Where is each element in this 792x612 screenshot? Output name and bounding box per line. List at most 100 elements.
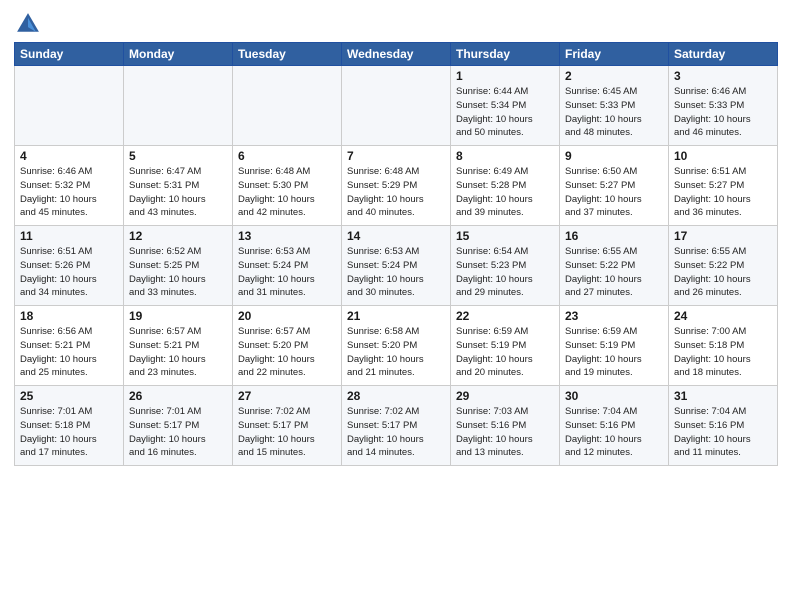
day-info: Sunrise: 7:00 AM Sunset: 5:18 PM Dayligh…	[674, 325, 772, 380]
calendar-cell: 14 Sunrise: 6:53 AM Sunset: 5:24 PM Dayli…	[342, 226, 451, 306]
calendar-cell: 5 Sunrise: 6:47 AM Sunset: 5:31 PM Daylig…	[124, 146, 233, 226]
day-number: 25	[20, 389, 118, 403]
day-number: 30	[565, 389, 663, 403]
calendar-cell: 28Sunrise: 7:02 AM Sunset: 5:17 PM Dayli…	[342, 386, 451, 466]
day-info: Sunrise: 6:53 AM Sunset: 5:24 PM Dayligh…	[347, 245, 445, 300]
logo	[14, 10, 46, 38]
calendar-cell: 9Sunrise: 6:50 AM Sunset: 5:27 PM Daylig…	[560, 146, 669, 226]
day-info: Sunrise: 6:57 AM Sunset: 5:20 PM Dayligh…	[238, 325, 336, 380]
calendar-week-5: 25 Sunrise: 7:01 AM Sunset: 5:18 PM Dayli…	[15, 386, 778, 466]
day-info: Sunrise: 6:51 AM Sunset: 5:27 PM Dayligh…	[674, 165, 772, 220]
day-info: Sunrise: 6:53 AM Sunset: 5:24 PM Dayligh…	[238, 245, 336, 300]
day-header-monday: Monday	[124, 43, 233, 66]
calendar-cell: 21 Sunrise: 6:58 AM Sunset: 5:20 PM Dayli…	[342, 306, 451, 386]
day-info: Sunrise: 6:44 AM Sunset: 5:34 PM Dayligh…	[456, 85, 554, 140]
calendar-cell	[342, 66, 451, 146]
calendar-cell: 2Sunrise: 6:45 AM Sunset: 5:33 PM Daylig…	[560, 66, 669, 146]
day-number: 21	[347, 309, 445, 323]
day-header-tuesday: Tuesday	[233, 43, 342, 66]
calendar-cell	[233, 66, 342, 146]
day-header-saturday: Saturday	[669, 43, 778, 66]
day-number: 19	[129, 309, 227, 323]
day-info: Sunrise: 6:54 AM Sunset: 5:23 PM Dayligh…	[456, 245, 554, 300]
calendar-cell: 27 Sunrise: 7:02 AM Sunset: 5:17 PM Dayli…	[233, 386, 342, 466]
day-number: 14	[347, 229, 445, 243]
calendar-cell: 29 Sunrise: 7:03 AM Sunset: 5:16 PM Dayli…	[451, 386, 560, 466]
calendar-week-3: 11 Sunrise: 6:51 AM Sunset: 5:26 PM Dayli…	[15, 226, 778, 306]
calendar-cell: 4 Sunrise: 6:46 AM Sunset: 5:32 PM Daylig…	[15, 146, 124, 226]
calendar-cell: 12Sunrise: 6:52 AM Sunset: 5:25 PM Dayli…	[124, 226, 233, 306]
day-number: 7	[347, 149, 445, 163]
calendar-header: SundayMondayTuesdayWednesdayThursdayFrid…	[15, 43, 778, 66]
day-number: 15	[456, 229, 554, 243]
calendar-cell: 25 Sunrise: 7:01 AM Sunset: 5:18 PM Dayli…	[15, 386, 124, 466]
day-info: Sunrise: 6:46 AM Sunset: 5:32 PM Dayligh…	[20, 165, 118, 220]
day-number: 26	[129, 389, 227, 403]
day-info: Sunrise: 7:01 AM Sunset: 5:18 PM Dayligh…	[20, 405, 118, 460]
logo-icon	[14, 10, 42, 38]
calendar-cell	[15, 66, 124, 146]
calendar-cell: 31 Sunrise: 7:04 AM Sunset: 5:16 PM Dayli…	[669, 386, 778, 466]
day-info: Sunrise: 6:51 AM Sunset: 5:26 PM Dayligh…	[20, 245, 118, 300]
calendar-cell: 19 Sunrise: 6:57 AM Sunset: 5:21 PM Dayli…	[124, 306, 233, 386]
day-number: 20	[238, 309, 336, 323]
day-info: Sunrise: 6:55 AM Sunset: 5:22 PM Dayligh…	[674, 245, 772, 300]
day-info: Sunrise: 6:59 AM Sunset: 5:19 PM Dayligh…	[456, 325, 554, 380]
day-number: 13	[238, 229, 336, 243]
day-number: 16	[565, 229, 663, 243]
day-info: Sunrise: 7:04 AM Sunset: 5:16 PM Dayligh…	[565, 405, 663, 460]
day-info: Sunrise: 6:49 AM Sunset: 5:28 PM Dayligh…	[456, 165, 554, 220]
calendar-cell: 26 Sunrise: 7:01 AM Sunset: 5:17 PM Dayli…	[124, 386, 233, 466]
day-number: 6	[238, 149, 336, 163]
calendar-cell: 17Sunrise: 6:55 AM Sunset: 5:22 PM Dayli…	[669, 226, 778, 306]
day-number: 8	[456, 149, 554, 163]
day-number: 18	[20, 309, 118, 323]
day-info: Sunrise: 7:01 AM Sunset: 5:17 PM Dayligh…	[129, 405, 227, 460]
day-info: Sunrise: 6:47 AM Sunset: 5:31 PM Dayligh…	[129, 165, 227, 220]
day-info: Sunrise: 6:56 AM Sunset: 5:21 PM Dayligh…	[20, 325, 118, 380]
day-number: 29	[456, 389, 554, 403]
day-info: Sunrise: 7:02 AM Sunset: 5:17 PM Dayligh…	[238, 405, 336, 460]
day-number: 10	[674, 149, 772, 163]
calendar-cell: 8 Sunrise: 6:49 AM Sunset: 5:28 PM Daylig…	[451, 146, 560, 226]
day-number: 27	[238, 389, 336, 403]
header-row: SundayMondayTuesdayWednesdayThursdayFrid…	[15, 43, 778, 66]
day-info: Sunrise: 6:59 AM Sunset: 5:19 PM Dayligh…	[565, 325, 663, 380]
day-header-friday: Friday	[560, 43, 669, 66]
calendar-cell: 30 Sunrise: 7:04 AM Sunset: 5:16 PM Dayli…	[560, 386, 669, 466]
calendar-cell: 15 Sunrise: 6:54 AM Sunset: 5:23 PM Dayli…	[451, 226, 560, 306]
day-number: 1	[456, 69, 554, 83]
day-number: 23	[565, 309, 663, 323]
calendar-cell: 18 Sunrise: 6:56 AM Sunset: 5:21 PM Dayli…	[15, 306, 124, 386]
day-header-thursday: Thursday	[451, 43, 560, 66]
header	[14, 10, 778, 38]
day-number: 5	[129, 149, 227, 163]
day-number: 9	[565, 149, 663, 163]
day-info: Sunrise: 6:52 AM Sunset: 5:25 PM Dayligh…	[129, 245, 227, 300]
calendar-cell: 10 Sunrise: 6:51 AM Sunset: 5:27 PM Dayli…	[669, 146, 778, 226]
calendar-body: 1 Sunrise: 6:44 AM Sunset: 5:34 PM Daylig…	[15, 66, 778, 466]
calendar-cell: 20 Sunrise: 6:57 AM Sunset: 5:20 PM Dayli…	[233, 306, 342, 386]
day-number: 11	[20, 229, 118, 243]
day-info: Sunrise: 7:03 AM Sunset: 5:16 PM Dayligh…	[456, 405, 554, 460]
day-info: Sunrise: 6:57 AM Sunset: 5:21 PM Dayligh…	[129, 325, 227, 380]
day-number: 3	[674, 69, 772, 83]
calendar-cell: 24 Sunrise: 7:00 AM Sunset: 5:18 PM Dayli…	[669, 306, 778, 386]
calendar-cell: 7 Sunrise: 6:48 AM Sunset: 5:29 PM Daylig…	[342, 146, 451, 226]
calendar-cell	[124, 66, 233, 146]
day-number: 24	[674, 309, 772, 323]
day-number: 4	[20, 149, 118, 163]
day-info: Sunrise: 6:55 AM Sunset: 5:22 PM Dayligh…	[565, 245, 663, 300]
calendar-week-1: 1 Sunrise: 6:44 AM Sunset: 5:34 PM Daylig…	[15, 66, 778, 146]
day-info: Sunrise: 6:58 AM Sunset: 5:20 PM Dayligh…	[347, 325, 445, 380]
day-info: Sunrise: 6:46 AM Sunset: 5:33 PM Dayligh…	[674, 85, 772, 140]
calendar-cell: 22Sunrise: 6:59 AM Sunset: 5:19 PM Dayli…	[451, 306, 560, 386]
calendar-table: SundayMondayTuesdayWednesdayThursdayFrid…	[14, 42, 778, 466]
day-info: Sunrise: 6:48 AM Sunset: 5:29 PM Dayligh…	[347, 165, 445, 220]
calendar-week-2: 4 Sunrise: 6:46 AM Sunset: 5:32 PM Daylig…	[15, 146, 778, 226]
day-header-wednesday: Wednesday	[342, 43, 451, 66]
day-info: Sunrise: 6:48 AM Sunset: 5:30 PM Dayligh…	[238, 165, 336, 220]
day-info: Sunrise: 7:04 AM Sunset: 5:16 PM Dayligh…	[674, 405, 772, 460]
day-number: 31	[674, 389, 772, 403]
calendar-week-4: 18 Sunrise: 6:56 AM Sunset: 5:21 PM Dayli…	[15, 306, 778, 386]
